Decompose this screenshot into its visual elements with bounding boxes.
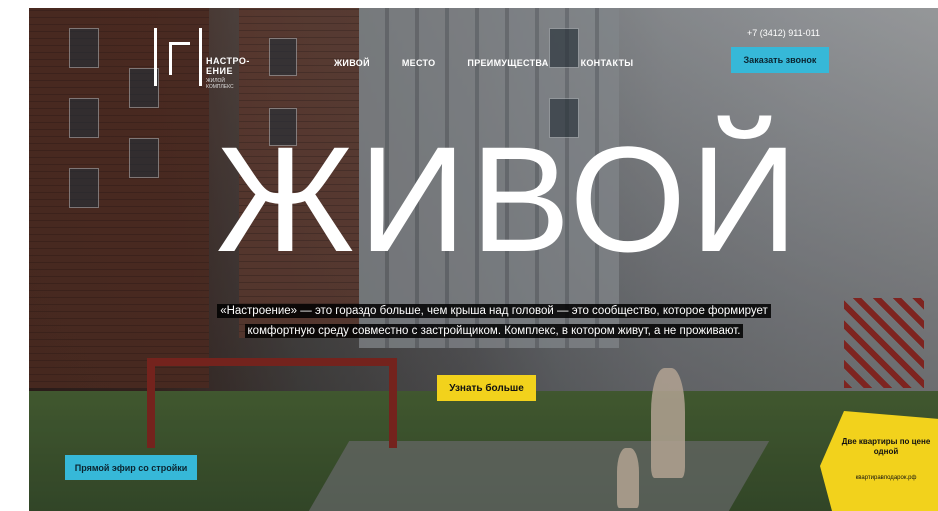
live-stream-button[interactable]: Прямой эфир со стройки — [65, 455, 197, 480]
main-nav: ЖИВОЙ МЕСТО ПРЕИМУЩЕСТВА КОНТАКТЫ — [334, 58, 633, 68]
learn-more-button[interactable]: Узнать больше — [437, 375, 536, 401]
hero-description: «Настроение» — это гораздо больше, чем к… — [194, 301, 794, 341]
call-request-button[interactable]: Заказать звонок — [731, 47, 829, 73]
logo-subtitle: ЖИЛОЙ КОМПЛЕКС — [206, 78, 234, 90]
logo-sub-line-2: КОМПЛЕКС — [206, 84, 234, 90]
promo-badge[interactable]: Две квартиры по цене одной квартиравпода… — [820, 411, 938, 511]
phone-number[interactable]: +7 (3412) 911-011 — [747, 28, 820, 38]
promo-title: Две квартиры по цене одной — [841, 437, 931, 456]
nav-item-preimushchestva[interactable]: ПРЕИМУЩЕСТВА — [467, 58, 548, 68]
logo-line-2: ЕНИЕ — [206, 66, 233, 76]
nav-item-mesto[interactable]: МЕСТО — [402, 58, 436, 68]
logo[interactable]: НАСТРО- ЕНИЕ ЖИЛОЙ КОМПЛЕКС — [154, 28, 274, 90]
logo-text: НАСТРО- ЕНИЕ — [206, 56, 250, 76]
nav-item-kontakty[interactable]: КОНТАКТЫ — [581, 58, 634, 68]
logo-mark-icon — [154, 28, 202, 86]
hero-headline: ЖИВОЙ — [216, 115, 802, 283]
promo-link[interactable]: квартиравподарок.рф — [840, 475, 932, 481]
logo-line-1: НАСТРО- — [206, 56, 250, 66]
hero-description-text: «Настроение» — это гораздо больше, чем к… — [217, 304, 771, 338]
hero-section: НАСТРО- ЕНИЕ ЖИЛОЙ КОМПЛЕКС ЖИВОЙ МЕСТО … — [29, 8, 938, 511]
nav-item-zhivoy[interactable]: ЖИВОЙ — [334, 58, 370, 68]
